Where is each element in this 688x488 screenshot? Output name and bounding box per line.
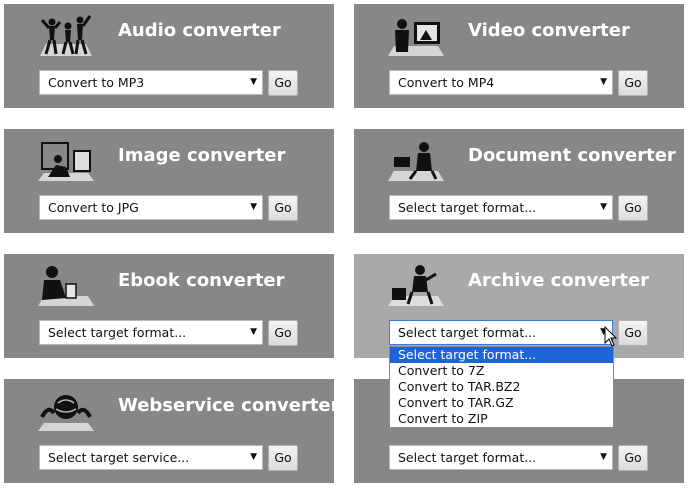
select-value: Select target format... [398, 325, 537, 340]
select-value: Convert to JPG [48, 200, 139, 215]
video-converter-panel: Video converter Convert to MP4 ▼ Go [354, 4, 684, 108]
image-format-select[interactable]: Convert to JPG ▼ [39, 195, 263, 220]
dropdown-arrow-icon: ▼ [250, 327, 257, 337]
document-format-select[interactable]: Select target format... ▼ [389, 195, 613, 220]
select-value: Convert to MP3 [48, 75, 145, 90]
ebook-format-select[interactable]: Select target format... ▼ [39, 320, 263, 345]
ebook-go-button[interactable]: Go [268, 320, 298, 346]
audio-format-select[interactable]: Convert to MP3 ▼ [39, 70, 263, 95]
converter-page: Audio converter Convert to MP3 ▼ Go Vide… [0, 0, 688, 488]
select-value: Convert to MP4 [398, 75, 495, 90]
last-go-button[interactable]: Go [618, 445, 648, 471]
dropdown-option[interactable]: Convert to TAR.GZ [390, 395, 613, 411]
panel-title: Image converter [118, 145, 286, 166]
image-converter-panel: Image converter Convert to JPG ▼ Go [4, 129, 334, 233]
video-viewer-icon [388, 19, 444, 56]
dropdown-option[interactable]: Convert to ZIP [390, 411, 613, 427]
dropdown-option[interactable]: Convert to TAR.BZ2 [390, 379, 613, 395]
video-format-select[interactable]: Convert to MP4 ▼ [389, 70, 613, 95]
dancers-icon [40, 15, 92, 56]
ebook-reader-icon [38, 266, 94, 306]
panel-title: Video converter [468, 20, 630, 41]
video-go-button[interactable]: Go [618, 70, 648, 96]
select-value: Select target service... [48, 450, 190, 465]
select-value: Select target format... [398, 450, 537, 465]
globe-hands-icon [38, 395, 94, 431]
panel-title: Ebook converter [118, 270, 285, 291]
document-go-button[interactable]: Go [618, 195, 648, 221]
last-format-select[interactable]: Select target format... ▼ [389, 445, 613, 470]
dropdown-arrow-icon: ▼ [600, 77, 607, 87]
audio-converter-panel: Audio converter Convert to MP3 ▼ Go [4, 4, 334, 108]
dropdown-arrow-icon: ▼ [250, 77, 257, 87]
panel-title: Archive converter [468, 270, 650, 291]
webservice-converter-panel: Webservice converter Select target servi… [4, 379, 340, 483]
archive-go-button[interactable]: Go [618, 320, 648, 346]
panel-title: Document converter [468, 145, 676, 166]
panel-title: Audio converter [118, 20, 281, 41]
archive-format-dropdown-list: Select target format... Convert to 7Z Co… [389, 346, 614, 428]
dropdown-option[interactable]: Select target format... [390, 347, 613, 363]
dropdown-arrow-icon: ▼ [250, 202, 257, 212]
ebook-converter-panel: Ebook converter Select target format... … [4, 254, 334, 358]
audio-go-button[interactable]: Go [268, 70, 298, 96]
panel-title: Webservice converter [118, 395, 340, 416]
select-value: Select target format... [398, 200, 537, 215]
reader-at-desk-icon [388, 142, 444, 181]
mouse-cursor-icon [604, 326, 618, 347]
photo-frames-icon [38, 142, 94, 181]
dropdown-arrow-icon: ▼ [600, 452, 607, 462]
webservice-select[interactable]: Select target service... ▼ [39, 445, 263, 470]
dropdown-arrow-icon: ▼ [600, 202, 607, 212]
document-converter-panel: Document converter Select target format.… [354, 129, 684, 233]
archive-converter-panel: Archive converter Select target format..… [354, 254, 684, 358]
webservice-go-button[interactable]: Go [268, 445, 298, 471]
archive-box-icon [388, 265, 444, 306]
dropdown-option[interactable]: Convert to 7Z [390, 363, 613, 379]
image-go-button[interactable]: Go [268, 195, 298, 221]
select-value: Select target format... [48, 325, 187, 340]
archive-format-select[interactable]: Select target format... ▼ [389, 320, 613, 345]
dropdown-arrow-icon: ▼ [250, 452, 257, 462]
